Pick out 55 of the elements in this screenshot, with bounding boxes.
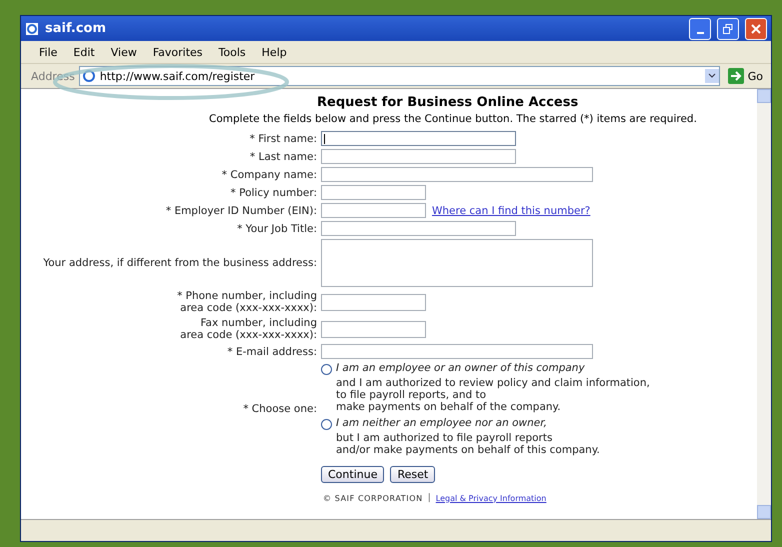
text-cursor — [324, 134, 325, 144]
option-text: I am an employee or an owner of this company and I am authorized to review policy and claim information, to file payroll reports, and to make payments on behalf of the company. — [336, 362, 650, 413]
minimize-button[interactable] — [689, 18, 711, 40]
menu-item[interactable]: Help — [254, 46, 295, 58]
intro-text: Complete the fields below and press the Continue button. The starred (*) items are required. — [209, 113, 698, 125]
radio-button[interactable] — [321, 364, 332, 375]
menu-item[interactable]: Tools — [210, 46, 254, 58]
field-label: * Phone number, including area code (xxx-xxx-xxxx): — [176, 290, 317, 314]
menu-item[interactable]: View — [102, 46, 145, 58]
input-field[interactable] — [321, 203, 426, 218]
restore-button[interactable] — [717, 18, 739, 40]
radio-button[interactable] — [321, 419, 332, 430]
input-field[interactable] — [321, 294, 426, 310]
field-label: * Your Job Title: — [236, 222, 317, 234]
textarea-field[interactable] — [321, 239, 593, 287]
menu-item[interactable]: Favorites — [144, 46, 211, 58]
window-title: saif.com — [45, 21, 108, 36]
field-label: * Choose one: — [242, 403, 317, 415]
input-field[interactable] — [321, 320, 426, 338]
input-field[interactable] — [321, 131, 516, 146]
field-label: * Policy number: — [230, 186, 317, 198]
restore-icon — [723, 24, 733, 34]
close-icon — [751, 24, 761, 34]
address-field[interactable]: http://www.saif.com/register — [78, 66, 720, 86]
legal-link[interactable]: Legal & Privacy Information — [436, 494, 546, 502]
scrollbar[interactable] — [757, 89, 771, 519]
input-field[interactable] — [321, 167, 593, 182]
field-label: * E-mail address: — [226, 346, 317, 358]
address-label: Address — [31, 70, 75, 82]
form-button[interactable]: Continue — [321, 466, 384, 483]
form-title: Request for Business Online Access — [317, 95, 580, 110]
input-field[interactable] — [321, 149, 516, 164]
close-button[interactable] — [745, 18, 767, 40]
minimize-icon — [696, 32, 704, 34]
menu-item[interactable]: File — [31, 46, 66, 58]
option-text: I am neither an employee nor an owner, but I am authorized to file payroll reports and/or make payments on behalf of this company. — [336, 417, 600, 456]
dropdown-icon[interactable] — [704, 69, 719, 83]
browser-icon — [25, 22, 39, 36]
input-field[interactable] — [321, 185, 426, 200]
field-label: * Employer ID Number (EIN): — [164, 204, 317, 216]
input-field[interactable] — [321, 221, 516, 236]
form-button[interactable]: Reset — [390, 466, 436, 483]
copyright-text: © SAIF CORPORATION — [323, 494, 423, 502]
page-icon — [82, 69, 96, 83]
field-label: Your address, if different from the business address: — [42, 257, 317, 269]
field-label: * First name: — [248, 132, 317, 144]
input-field[interactable] — [321, 344, 593, 359]
menu-item[interactable]: Edit — [65, 46, 103, 58]
field-label: * Company name: — [220, 168, 317, 180]
separator: | — [428, 493, 431, 503]
field-label: * Last name: — [248, 150, 317, 162]
go-button[interactable]: Go — [724, 68, 767, 84]
help-link[interactable]: Where can I find this number? — [432, 204, 590, 216]
arrow-icon — [728, 68, 744, 84]
field-label: Fax number, including area code (xxx-xxx-xxxx): — [179, 317, 317, 341]
